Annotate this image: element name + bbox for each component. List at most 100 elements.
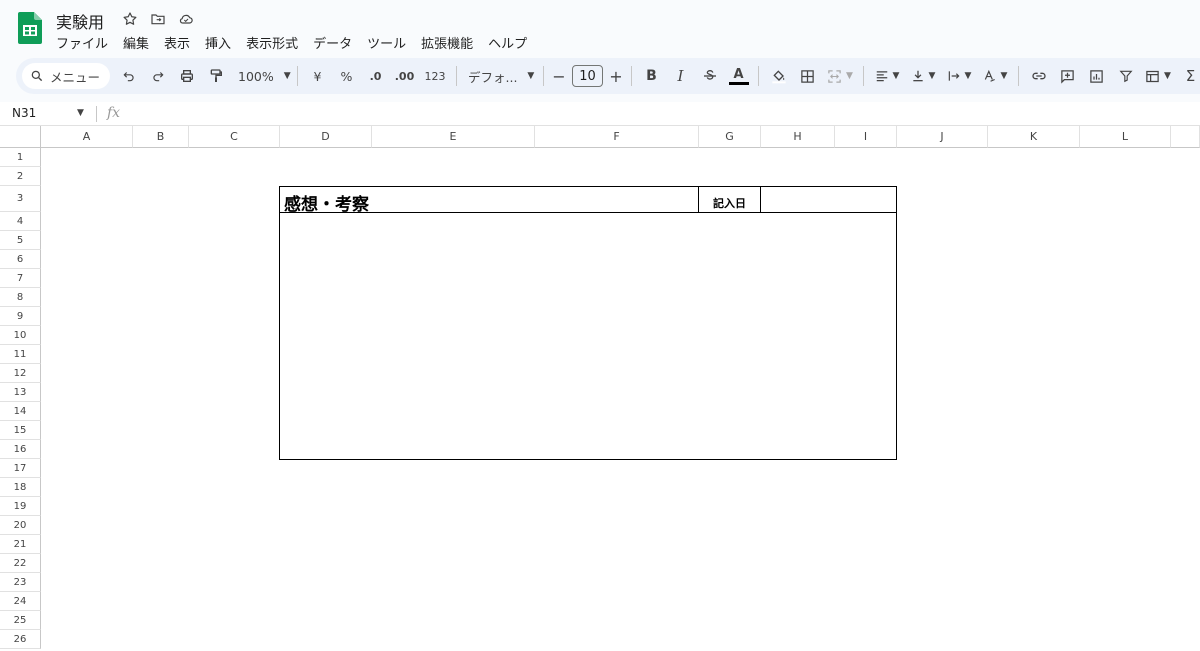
menu-file[interactable]: ファイル bbox=[56, 33, 115, 52]
vertical-align-button[interactable]: ▼ bbox=[905, 62, 941, 90]
row-header-7[interactable]: 7 bbox=[0, 269, 41, 288]
row-header-26[interactable]: 26 bbox=[0, 630, 41, 649]
cloud-saved-icon[interactable] bbox=[177, 10, 195, 28]
row-header-18[interactable]: 18 bbox=[0, 478, 41, 497]
row-header-16[interactable]: 16 bbox=[0, 440, 41, 459]
font-size-field[interactable]: 10 bbox=[569, 62, 606, 90]
menu-data[interactable]: データ bbox=[313, 33, 359, 52]
decrease-font-size-button[interactable]: − bbox=[549, 62, 569, 90]
move-to-folder-icon[interactable] bbox=[149, 10, 167, 28]
column-header-J[interactable]: J bbox=[897, 126, 988, 148]
menu-extensions[interactable]: 拡張機能 bbox=[421, 33, 480, 52]
chevron-down-icon[interactable]: ▼ bbox=[77, 108, 84, 118]
strikethrough-button[interactable] bbox=[695, 62, 724, 90]
link-icon bbox=[1031, 72, 1046, 80]
row-header-12[interactable]: 12 bbox=[0, 364, 41, 383]
column-header-C[interactable]: C bbox=[189, 126, 280, 148]
horizontal-align-button[interactable]: ▼ bbox=[869, 62, 905, 90]
number-format-button[interactable]: 123 bbox=[419, 62, 451, 90]
sheets-logo[interactable] bbox=[18, 12, 42, 44]
merge-cells-button[interactable]: ▼ bbox=[822, 62, 858, 90]
column-header-G[interactable]: G bbox=[699, 126, 761, 148]
name-box[interactable]: N31 bbox=[12, 106, 36, 120]
fill-color-button[interactable] bbox=[764, 62, 793, 90]
filter-views-button[interactable]: ▼ bbox=[1140, 62, 1176, 90]
row-header-13[interactable]: 13 bbox=[0, 383, 41, 402]
row-header-17[interactable]: 17 bbox=[0, 459, 41, 478]
cell-D4[interactable] bbox=[280, 214, 896, 459]
column-header-E[interactable]: E bbox=[372, 126, 535, 148]
row-header-8[interactable]: 8 bbox=[0, 288, 41, 307]
cell-D3[interactable]: 感想・考察 bbox=[284, 190, 369, 215]
star-icon[interactable] bbox=[121, 10, 139, 28]
menu-insert[interactable]: 挿入 bbox=[205, 33, 238, 52]
currency-button[interactable]: ¥ bbox=[303, 62, 332, 90]
italic-button[interactable]: I bbox=[666, 62, 695, 90]
borders-button[interactable] bbox=[793, 62, 822, 90]
increase-font-size-button[interactable]: + bbox=[606, 62, 626, 90]
column-header-B[interactable]: B bbox=[133, 126, 189, 148]
bold-button[interactable]: B bbox=[637, 62, 666, 90]
column-header-H[interactable]: H bbox=[761, 126, 835, 148]
create-filter-button[interactable] bbox=[1111, 62, 1140, 90]
row-header-14[interactable]: 14 bbox=[0, 402, 41, 421]
column-header-K[interactable]: K bbox=[988, 126, 1080, 148]
row-header-5[interactable]: 5 bbox=[0, 231, 41, 250]
column-header-F[interactable]: F bbox=[535, 126, 699, 148]
row-header-20[interactable]: 20 bbox=[0, 516, 41, 535]
row-header-9[interactable]: 9 bbox=[0, 307, 41, 326]
reflection-table: 感想・考察 記入日 bbox=[279, 186, 897, 460]
row-header-2[interactable]: 2 bbox=[0, 167, 41, 186]
paint-format-button[interactable] bbox=[201, 62, 230, 90]
chevron-down-icon: ▼ bbox=[1164, 71, 1171, 81]
menu-search[interactable]: メニュー bbox=[22, 63, 110, 89]
document-title[interactable]: 実験用 bbox=[56, 9, 104, 33]
select-all-corner[interactable] bbox=[0, 126, 41, 148]
row-header-25[interactable]: 25 bbox=[0, 611, 41, 630]
column-header-partial[interactable] bbox=[1171, 126, 1200, 148]
row-header-4[interactable]: 4 bbox=[0, 212, 41, 231]
column-header-I[interactable]: I bbox=[835, 126, 897, 148]
formula-input[interactable] bbox=[130, 105, 1190, 123]
menu-tools[interactable]: ツール bbox=[367, 33, 413, 52]
text-rotation-button[interactable]: ▼ bbox=[977, 62, 1013, 90]
row-header-11[interactable]: 11 bbox=[0, 345, 41, 364]
print-button[interactable] bbox=[172, 62, 201, 90]
sheet-grid[interactable]: ABCDEFGHIJKL 1 2 3 4 5 6 7 8 9 10 11 12 13 14 15 16 17 18… bbox=[0, 126, 1200, 651]
reflection-table-header: 感想・考察 記入日 bbox=[280, 187, 896, 215]
text-color-button[interactable]: A bbox=[724, 62, 753, 90]
cell-G3[interactable]: 記入日 bbox=[698, 187, 761, 213]
cell-H3[interactable] bbox=[761, 187, 896, 213]
row-header-15[interactable]: 15 bbox=[0, 421, 41, 440]
insert-chart-button[interactable] bbox=[1082, 62, 1111, 90]
row-header-3[interactable]: 3 bbox=[0, 186, 41, 212]
decrease-decimal-button[interactable]: .0 bbox=[361, 62, 390, 90]
row-header-6[interactable]: 6 bbox=[0, 250, 41, 269]
row-header-21[interactable]: 21 bbox=[0, 535, 41, 554]
menu-help[interactable]: ヘルプ bbox=[488, 33, 534, 52]
functions-button[interactable]: Σ bbox=[1176, 62, 1200, 90]
menu-format[interactable]: 表示形式 bbox=[246, 33, 305, 52]
row-header-24[interactable]: 24 bbox=[0, 592, 41, 611]
filter-icon bbox=[1118, 70, 1133, 83]
row-header-23[interactable]: 23 bbox=[0, 573, 41, 592]
column-header-L[interactable]: L bbox=[1080, 126, 1171, 148]
menu-edit[interactable]: 編集 bbox=[123, 33, 156, 52]
row-header-22[interactable]: 22 bbox=[0, 554, 41, 573]
row-header-19[interactable]: 19 bbox=[0, 497, 41, 516]
font-size-value[interactable]: 10 bbox=[572, 65, 603, 87]
font-family-select[interactable]: デフォ... ▼ bbox=[462, 62, 538, 90]
column-header-D[interactable]: D bbox=[280, 126, 372, 148]
column-header-A[interactable]: A bbox=[41, 126, 133, 148]
undo-button[interactable] bbox=[114, 62, 143, 90]
redo-button[interactable] bbox=[143, 62, 172, 90]
text-wrapping-button[interactable]: ▼ bbox=[941, 62, 977, 90]
menu-view[interactable]: 表示 bbox=[164, 33, 197, 52]
increase-decimal-button[interactable]: .00 bbox=[390, 62, 419, 90]
insert-comment-button[interactable] bbox=[1053, 62, 1082, 90]
row-header-10[interactable]: 10 bbox=[0, 326, 41, 345]
insert-link-button[interactable] bbox=[1024, 62, 1053, 90]
zoom-select[interactable]: 100% ▼ bbox=[230, 62, 292, 90]
row-header-1[interactable]: 1 bbox=[0, 148, 41, 167]
percent-button[interactable]: % bbox=[332, 62, 361, 90]
